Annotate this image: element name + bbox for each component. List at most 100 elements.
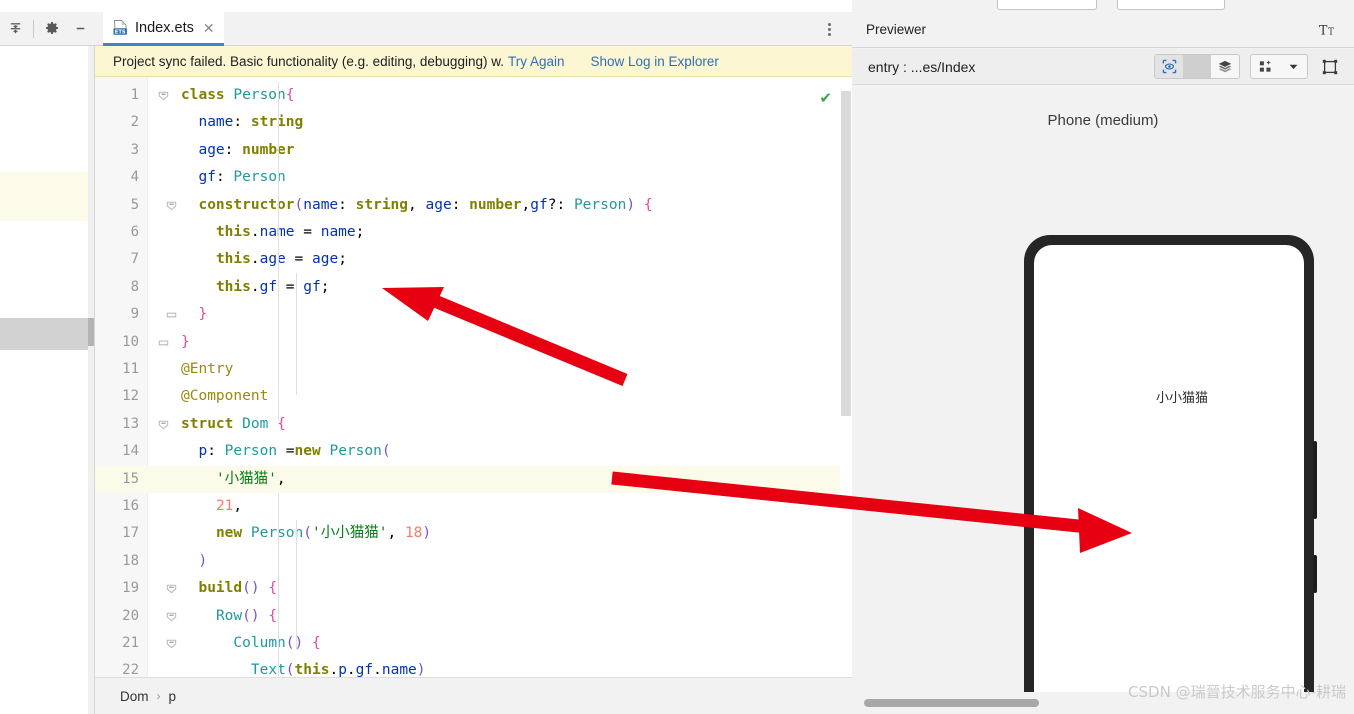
- main-toolbar-clipped: [852, 0, 1354, 12]
- code-text[interactable]: Text(this.p.gf.name): [181, 657, 426, 677]
- close-icon[interactable]: ✕: [201, 21, 215, 35]
- fold-toggle-icon[interactable]: [157, 89, 170, 102]
- fit-to-frame-icon[interactable]: [1318, 55, 1342, 78]
- code-text[interactable]: name: string: [181, 109, 303, 136]
- project-tree-area[interactable]: [0, 46, 88, 714]
- code-text[interactable]: new Person('小小猫猫', 18): [181, 520, 431, 547]
- code-text[interactable]: }: [181, 329, 190, 356]
- line-number: 1: [130, 87, 139, 103]
- layers-icon[interactable]: [1211, 55, 1239, 78]
- code-text[interactable]: Row() {: [181, 603, 277, 630]
- code-line[interactable]: 18 ): [95, 548, 852, 575]
- preview-text-label: 小小猫猫: [1156, 390, 1209, 405]
- code-text[interactable]: p: Person =new Person(: [181, 438, 390, 465]
- previewer-stage: Phone (medium) 小小猫猫: [852, 85, 1354, 692]
- code-line[interactable]: 7 this.age = age;: [95, 246, 852, 273]
- breadcrumb[interactable]: Dom › p: [95, 677, 852, 714]
- phone-power-button: [1313, 555, 1317, 593]
- fold-toggle-icon[interactable]: [165, 199, 178, 212]
- run-config-selector[interactable]: [997, 0, 1097, 10]
- code-text[interactable]: @Entry: [181, 356, 233, 383]
- fold-toggle-icon[interactable]: [157, 418, 170, 431]
- code-line[interactable]: 13 struct Dom {: [95, 411, 852, 438]
- code-text[interactable]: this.name = name;: [181, 219, 364, 246]
- code-text[interactable]: ): [181, 548, 207, 575]
- line-number: 8: [130, 278, 139, 295]
- tab-overflow-menu-icon[interactable]: [820, 20, 838, 38]
- code-line[interactable]: 6 this.name = name;: [95, 219, 852, 246]
- phone-screen[interactable]: 小小猫猫: [1034, 245, 1304, 692]
- previewer-panel: Previewer T T entry : ...es/Index Phone …: [852, 0, 1354, 714]
- line-number: 10: [122, 333, 139, 350]
- code-line[interactable]: 12 @Component: [95, 383, 852, 410]
- fold-end-marker[interactable]: [165, 308, 178, 321]
- breadcrumb-item-p[interactable]: p: [169, 689, 177, 704]
- line-number: 4: [130, 169, 139, 186]
- line-number: 20: [122, 607, 139, 624]
- code-line[interactable]: 1 class Person{: [95, 82, 852, 109]
- code-editor[interactable]: 1class Person{2 name: string3 age: numbe…: [95, 77, 852, 677]
- code-line[interactable]: 14 p: Person =new Person(: [95, 438, 852, 465]
- previewer-title-bar: Previewer T T: [852, 12, 1354, 48]
- editor-tab-label: Index.ets: [135, 19, 194, 36]
- fold-end-marker[interactable]: [157, 336, 170, 349]
- code-line[interactable]: 15 '小猫猫',: [95, 465, 852, 493]
- line-number: 21: [122, 635, 139, 651]
- inspector-eye-icon[interactable]: [1155, 55, 1183, 78]
- phone-device-frame: 小小猫猫: [1024, 235, 1317, 692]
- code-text[interactable]: constructor(name: string, age: number,gf…: [181, 192, 652, 219]
- indent-guide: [278, 493, 279, 677]
- code-line[interactable]: 9 }: [95, 301, 852, 328]
- code-text[interactable]: this.gf = gf;: [181, 274, 330, 301]
- previewer-target-label[interactable]: entry : ...es/Index: [868, 59, 975, 75]
- show-log-in-explorer-link[interactable]: Show Log in Explorer: [591, 54, 719, 69]
- inspection-ok-icon[interactable]: ✔: [819, 89, 832, 107]
- code-text[interactable]: build() {: [181, 575, 277, 602]
- code-text[interactable]: '小猫猫',: [181, 466, 286, 493]
- line-number: 13: [122, 415, 139, 432]
- code-text[interactable]: 21,: [181, 493, 242, 520]
- phone-volume-button: [1313, 441, 1317, 519]
- code-text[interactable]: this.age = age;: [181, 246, 347, 273]
- editor-tab-index-ets[interactable]: ETS Index.ets ✕: [103, 12, 224, 46]
- previewer-hscrollbar-thumb[interactable]: [864, 699, 1039, 707]
- code-text[interactable]: Column() {: [181, 630, 320, 657]
- editor-scrollbar-thumb[interactable]: [841, 91, 851, 416]
- indent-guide: [278, 82, 279, 420]
- tree-row-highlighted[interactable]: [0, 172, 88, 221]
- components-grid-icon[interactable]: [1251, 55, 1279, 78]
- indent-guide: [296, 273, 297, 395]
- tree-row-selected[interactable]: [0, 318, 88, 350]
- text-size-icon[interactable]: T T: [1316, 18, 1340, 41]
- code-line[interactable]: 19 build() {: [95, 575, 852, 602]
- code-line[interactable]: 3 age: number: [95, 137, 852, 164]
- code-text[interactable]: gf: Person: [181, 164, 285, 191]
- code-line[interactable]: 16 21,: [95, 493, 852, 520]
- device-selector[interactable]: [1117, 0, 1225, 10]
- fold-toggle-icon[interactable]: [165, 610, 178, 623]
- try-again-link[interactable]: Try Again: [508, 54, 565, 69]
- line-number: 11: [122, 361, 139, 377]
- code-line[interactable]: 2 name: string: [95, 109, 852, 136]
- code-line[interactable]: 20 Row() {: [95, 603, 852, 630]
- minimize-icon[interactable]: [67, 16, 93, 42]
- code-line[interactable]: 10}: [95, 329, 852, 356]
- line-number: 14: [122, 443, 139, 460]
- fold-toggle-icon[interactable]: [165, 582, 178, 595]
- chevron-down-icon[interactable]: [1279, 55, 1307, 78]
- code-text[interactable]: }: [181, 301, 207, 328]
- code-line[interactable]: 21 Column() {: [95, 630, 852, 657]
- code-line[interactable]: 22 Text(this.p.gf.name): [95, 657, 852, 677]
- previewer-title: Previewer: [866, 22, 927, 37]
- code-line[interactable]: 4 gf: Person: [95, 164, 852, 191]
- code-line[interactable]: 8 this.gf = gf;: [95, 274, 852, 301]
- code-line[interactable]: 17 new Person('小小猫猫', 18): [95, 520, 852, 547]
- gear-icon[interactable]: [39, 16, 65, 42]
- code-text[interactable]: struct Dom {: [181, 411, 286, 438]
- code-line[interactable]: 5 constructor(name: string, age: number,…: [95, 192, 852, 219]
- collapse-all-icon[interactable]: [2, 16, 28, 42]
- code-text[interactable]: @Component: [181, 383, 268, 410]
- breadcrumb-item-dom[interactable]: Dom: [120, 689, 149, 704]
- fold-toggle-icon[interactable]: [165, 637, 178, 650]
- code-line[interactable]: 11 @Entry: [95, 356, 852, 383]
